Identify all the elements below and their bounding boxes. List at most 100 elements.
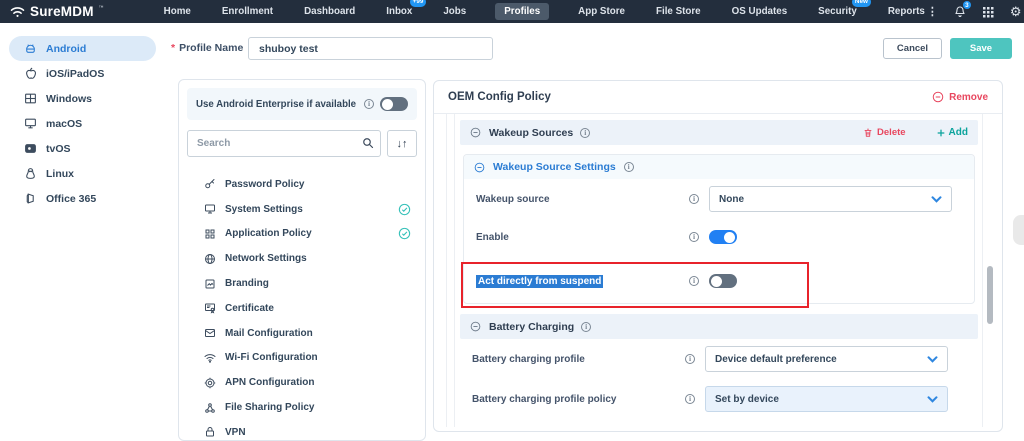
android-enterprise-toggle[interactable] <box>380 97 408 111</box>
policy-item-mail[interactable]: Mail Configuration <box>179 321 425 346</box>
chevron-down-icon <box>927 396 938 403</box>
kebab-menu-icon[interactable]: ⋮ <box>927 5 938 18</box>
sort-arrows-icon: ↓↑ <box>397 138 408 150</box>
mail-icon <box>204 327 216 339</box>
lock-icon <box>204 426 216 438</box>
required-asterisk: * <box>171 42 175 54</box>
wakeup-source-label: Wakeup source <box>476 194 689 205</box>
info-icon[interactable] <box>689 194 699 204</box>
search-icon <box>362 137 374 149</box>
edge-floating-widget[interactable] <box>1013 215 1024 245</box>
sidebar-item-label: Office 365 <box>46 193 96 205</box>
policy-item-application[interactable]: Application Policy <box>179 222 425 247</box>
policy-item-password[interactable]: Password Policy <box>179 172 425 197</box>
cancel-button[interactable]: Cancel <box>883 38 942 59</box>
collapse-icon[interactable] <box>470 321 481 332</box>
minus-circle-icon <box>932 91 944 103</box>
apps-grid-icon[interactable] <box>982 6 994 18</box>
nav-item-reports[interactable]: Reports <box>886 3 927 20</box>
top-navbar: SureMDM ™ Home Enrollment Dashboard Inbo… <box>0 0 1024 23</box>
collapse-icon[interactable] <box>474 162 485 173</box>
nav-item-profiles[interactable]: Profiles <box>495 3 549 20</box>
info-icon[interactable] <box>689 276 699 286</box>
info-icon[interactable] <box>581 322 591 332</box>
oem-config-body: Wakeup Sources Delete Add <box>446 114 994 427</box>
remove-policy-button[interactable]: Remove <box>932 91 988 103</box>
sidebar-item-office365[interactable]: Office 365 <box>9 186 156 211</box>
sidebar-item-android[interactable]: Android <box>9 36 156 61</box>
policy-item-network[interactable]: Network Settings <box>179 246 425 271</box>
enable-toggle[interactable] <box>709 230 737 244</box>
act-directly-toggle[interactable] <box>709 274 737 288</box>
sidebar-item-macos[interactable]: macOS <box>9 111 156 136</box>
policies-panel: Use Android Enterprise if available ↓↑ P… <box>178 79 426 441</box>
battery-profile-row: Battery charging profile Device default … <box>460 339 978 379</box>
policy-item-system-settings[interactable]: System Settings <box>179 197 425 222</box>
policy-item-vpn[interactable]: VPN <box>179 420 425 441</box>
battery-profile-select[interactable]: Device default preference <box>705 346 948 372</box>
save-button[interactable]: Save <box>950 38 1012 59</box>
sidebar-item-windows[interactable]: Windows <box>9 86 156 111</box>
apps-icon <box>204 228 216 240</box>
nav-item-dashboard[interactable]: Dashboard <box>302 3 357 20</box>
policy-item-file-sharing[interactable]: File Sharing Policy <box>179 395 425 420</box>
sort-button[interactable]: ↓↑ <box>387 130 417 157</box>
monitor-icon <box>24 117 37 130</box>
chevron-down-icon <box>927 356 938 363</box>
monitor-icon <box>204 203 216 215</box>
nav-item-home[interactable]: Home <box>162 3 193 20</box>
info-icon[interactable] <box>580 128 590 138</box>
search-row: ↓↑ <box>187 130 417 157</box>
notifications-bell-icon[interactable]: 3 <box>954 5 966 18</box>
wifi-logo-icon <box>10 6 25 18</box>
nav-menu: Home Enrollment Dashboard Inbox +99 Jobs… <box>162 3 927 20</box>
act-directly-label: Act directly from suspend <box>476 276 689 287</box>
nav-item-app-store[interactable]: App Store <box>576 3 627 20</box>
wakeup-source-settings-header: Wakeup Source Settings <box>464 155 974 179</box>
nav-item-jobs[interactable]: Jobs <box>441 3 468 20</box>
policy-item-branding[interactable]: Branding <box>179 271 425 296</box>
sidebar-item-label: macOS <box>46 118 82 130</box>
enable-row: Enable <box>464 219 974 255</box>
nav-item-enrollment[interactable]: Enrollment <box>220 3 275 20</box>
policy-item-apn[interactable]: APN Configuration <box>179 370 425 395</box>
nav-item-os-updates[interactable]: OS Updates <box>730 3 790 20</box>
sidebar-item-ios[interactable]: iOS/iPadOS <box>9 61 156 86</box>
windows-icon <box>24 92 37 105</box>
profile-name-input[interactable] <box>248 37 493 60</box>
wakeup-sources-header: Wakeup Sources Delete Add <box>460 120 978 145</box>
sidebar-item-tvos[interactable]: tvOS <box>9 136 156 161</box>
battery-charging-title: Battery Charging <box>489 321 591 333</box>
plus-icon <box>936 128 946 138</box>
delete-button[interactable]: Delete <box>863 127 906 138</box>
collapse-icon[interactable] <box>470 127 481 138</box>
configured-check-icon <box>398 227 411 240</box>
search-input[interactable] <box>187 130 381 157</box>
security-new-badge: New <box>852 0 871 7</box>
add-button[interactable]: Add <box>936 127 968 138</box>
brand-logo[interactable]: SureMDM ™ <box>10 4 104 19</box>
wakeup-sources-title: Wakeup Sources <box>489 127 590 139</box>
globe-icon <box>204 253 216 265</box>
info-icon[interactable] <box>624 162 634 172</box>
policy-item-certificate[interactable]: Certificate <box>179 296 425 321</box>
battery-profile-policy-select[interactable]: Set by device <box>705 386 948 412</box>
policy-item-wifi[interactable]: Wi-Fi Configuration <box>179 346 425 371</box>
info-icon[interactable] <box>364 99 374 109</box>
wakeup-source-select[interactable]: None <box>709 186 952 212</box>
info-icon[interactable] <box>689 232 699 242</box>
nav-item-inbox[interactable]: Inbox +99 <box>384 3 414 20</box>
scrollbar-thumb[interactable] <box>987 266 993 324</box>
wakeup-source-row: Wakeup source None <box>464 179 974 219</box>
apple-tv-icon <box>24 142 37 155</box>
android-enterprise-row: Use Android Enterprise if available <box>187 88 417 120</box>
info-icon[interactable] <box>685 394 695 404</box>
info-icon[interactable] <box>685 354 695 364</box>
battery-profile-label: Battery charging profile <box>472 354 685 365</box>
sidebar-item-linux[interactable]: Linux <box>9 161 156 186</box>
wifi-icon <box>204 352 216 364</box>
nav-item-security[interactable]: Security New <box>816 3 859 20</box>
settings-gear-icon[interactable]: ⚙ <box>1010 5 1022 18</box>
nav-item-file-store[interactable]: File Store <box>654 3 703 20</box>
brand-name: SureMDM <box>30 4 94 19</box>
